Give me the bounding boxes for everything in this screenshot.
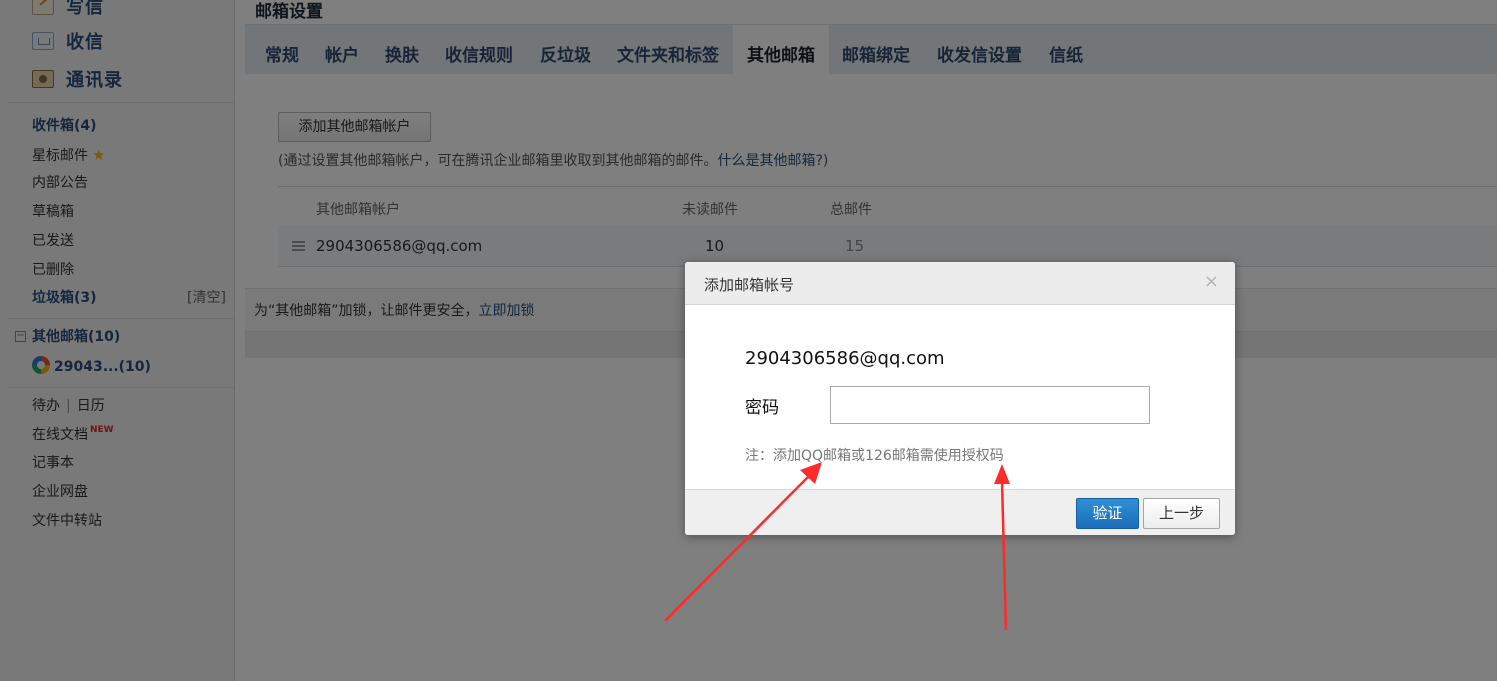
- password-input[interactable]: [830, 386, 1150, 424]
- dialog-header: 添加邮箱帐号 ×: [685, 262, 1235, 305]
- verify-button[interactable]: 验证: [1076, 498, 1139, 529]
- password-label: 密码: [745, 398, 779, 418]
- add-mail-account-dialog: 添加邮箱帐号 × 2904306586@qq.com 密码 注：添加QQ邮箱或1…: [685, 262, 1235, 535]
- dialog-footer: 验证 上一步: [685, 489, 1235, 535]
- dialog-email: 2904306586@qq.com: [745, 348, 945, 369]
- previous-step-button[interactable]: 上一步: [1143, 498, 1220, 529]
- auth-code-note: 注：添加QQ邮箱或126邮箱需使用授权码: [745, 448, 1004, 464]
- close-icon[interactable]: ×: [1204, 272, 1219, 292]
- dialog-title: 添加邮箱帐号: [704, 276, 795, 294]
